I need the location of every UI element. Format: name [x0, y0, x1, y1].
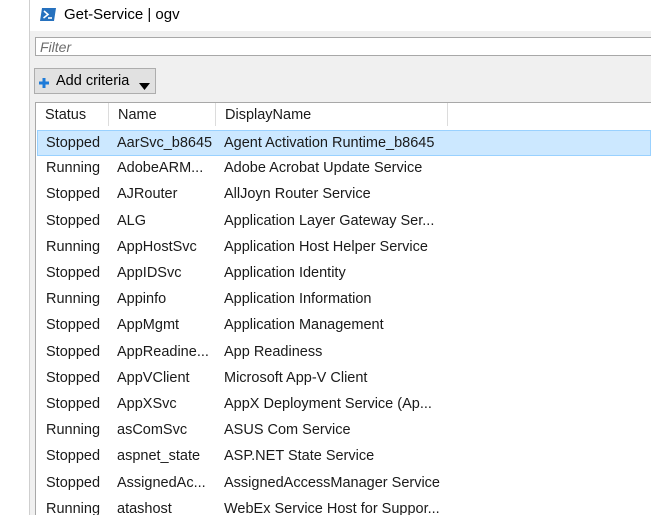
table-row[interactable]: Stopped AppIDSvc Application Identity: [37, 261, 651, 287]
table-row[interactable]: Running atashost WebEx Service Host for Su…: [37, 497, 651, 515]
column-header-label: Status: [45, 107, 87, 123]
cell-name: AssignedAc...: [117, 474, 206, 491]
cell-status: Stopped: [46, 186, 101, 203]
column-header-name[interactable]: Name: [109, 103, 216, 126]
add-criteria-label: Add criteria: [56, 73, 130, 89]
title-bar: Get-Service | ogv: [30, 0, 651, 31]
cell-status: Stopped: [46, 369, 101, 386]
column-header-status[interactable]: Status: [36, 103, 109, 126]
add-criteria-button[interactable]: Add criteria: [34, 68, 156, 94]
cell-displayname: Application Layer Gateway Ser...: [224, 212, 435, 229]
background-strip: [0, 0, 30, 515]
cell-displayname: Agent Activation Runtime_b8645: [224, 135, 435, 151]
table-row[interactable]: Stopped AssignedAc... AssignedAccessManage…: [37, 471, 651, 497]
cell-displayname: AssignedAccessManager Service: [224, 474, 440, 491]
cell-displayname: AllJoyn Router Service: [224, 186, 371, 203]
cell-displayname: Application Identity: [224, 265, 346, 281]
table-row[interactable]: Stopped AJRouter AllJoyn Router Service: [37, 182, 651, 208]
powershell-icon: [39, 7, 57, 22]
cell-displayname: Application Management: [224, 317, 384, 334]
caret-down-icon: [139, 78, 150, 90]
cell-name: AdobeARM...: [117, 160, 204, 177]
cell-displayname: Application Host Helper Service: [224, 238, 428, 255]
cell-status: Stopped: [46, 448, 101, 465]
table-row[interactable]: Stopped ALG Application Layer Gateway Ser.…: [37, 209, 651, 235]
cell-name: aspnet_state: [117, 448, 201, 465]
cell-status: Stopped: [46, 212, 101, 229]
cell-name: AJRouter: [117, 186, 178, 203]
cell-name: AppIDSvc: [117, 265, 182, 281]
cell-status: Stopped: [46, 317, 101, 334]
cell-status: Running: [46, 238, 101, 255]
cell-displayname: Adobe Acrobat Update Service: [224, 160, 423, 177]
cell-status: Running: [46, 500, 101, 515]
cell-name: asComSvc: [117, 422, 188, 439]
cell-status: Stopped: [46, 265, 101, 281]
table-row[interactable]: Stopped AppVClient Microsoft App-V Client: [37, 366, 651, 392]
cell-status: Running: [46, 291, 101, 308]
plus-icon: [39, 76, 49, 88]
table-row[interactable]: Running AdobeARM... Adobe Acrobat Update S…: [37, 156, 651, 182]
cell-status: Stopped: [46, 396, 101, 412]
column-header-displayname[interactable]: DisplayName: [216, 103, 448, 126]
cell-name: AppXSvc: [117, 396, 177, 412]
window-title: Get-Service | ogv: [64, 6, 180, 23]
table-row[interactable]: Stopped AarSvc_b8645 Agent Activation Runt…: [37, 130, 651, 156]
cell-name: atashost: [117, 500, 172, 515]
cell-displayname: ASP.NET State Service: [224, 448, 375, 465]
cell-displayname: Application Information: [224, 291, 372, 308]
cell-status: Stopped: [46, 135, 101, 151]
table-row[interactable]: Running asComSvc ASUS Com Service: [37, 418, 651, 444]
filter-box: [35, 37, 651, 56]
cell-name: AppReadine...: [117, 343, 209, 360]
cell-displayname: App Readiness: [224, 343, 323, 360]
cell-name: AppHostSvc: [117, 238, 197, 255]
cell-status: Running: [46, 160, 101, 177]
cell-name: AppMgmt: [117, 317, 180, 334]
table-row[interactable]: Stopped AppMgmt Application Management: [37, 313, 651, 339]
filter-input[interactable]: [36, 38, 651, 55]
table-row[interactable]: Running AppHostSvc Application Host Helper…: [37, 235, 651, 261]
cell-status: Running: [46, 422, 101, 439]
cell-displayname: AppX Deployment Service (Ap...: [224, 396, 432, 412]
results-grid: Status Name DisplayName Stopped AarSvc_b8…: [35, 102, 651, 515]
cell-name: AarSvc_b8645: [117, 135, 213, 151]
grid-header: Status Name DisplayName: [36, 103, 651, 127]
cell-displayname: ASUS Com Service: [224, 422, 351, 439]
cell-name: AppVClient: [117, 369, 190, 386]
table-row[interactable]: Running Appinfo Application Information: [37, 287, 651, 313]
cell-status: Stopped: [46, 474, 101, 491]
cell-name: Appinfo: [117, 291, 167, 308]
table-row[interactable]: Stopped AppReadine... App Readiness: [37, 340, 651, 366]
column-header-label: DisplayName: [225, 107, 312, 123]
out-gridview-window: Get-Service | ogv Add criteria Status Na…: [30, 0, 651, 515]
cell-displayname: Microsoft App-V Client: [224, 369, 368, 386]
cell-status: Stopped: [46, 343, 101, 360]
table-row[interactable]: Stopped AppXSvc AppX Deployment Service (A…: [37, 392, 651, 418]
cell-name: ALG: [117, 212, 147, 229]
cell-displayname: WebEx Service Host for Suppor...: [224, 500, 440, 515]
column-header-label: Name: [118, 107, 157, 123]
table-row[interactable]: Stopped aspnet_state ASP.NET State Service: [37, 444, 651, 470]
